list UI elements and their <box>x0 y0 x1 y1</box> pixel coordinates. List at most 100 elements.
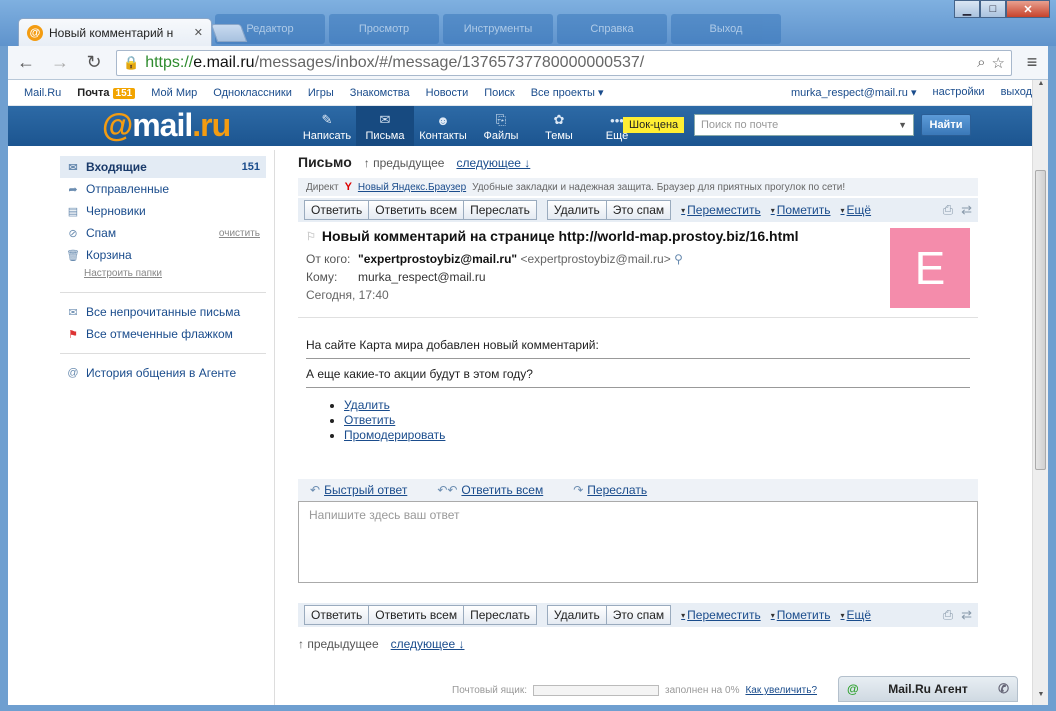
folder-spam[interactable]: ⊘ Спам очистить <box>60 222 266 244</box>
scroll-down-icon[interactable]: ▼ <box>1033 691 1048 705</box>
minimize-icon[interactable]: ▁ <box>954 0 980 18</box>
flagged-letters-link[interactable]: ⚑ Все отмеченные флажком <box>60 323 266 345</box>
message-subject: Новый комментарий на странице http://wor… <box>321 228 799 244</box>
translate-icon[interactable]: ⇄ <box>961 607 972 623</box>
nav-letters[interactable]: ✉ Письма <box>356 106 414 146</box>
portal-link-dating[interactable]: Знакомства <box>350 87 410 99</box>
mail-search-input[interactable]: Поиск по почте ▼ <box>694 114 914 136</box>
quick-reply-link[interactable]: Быстрый ответ <box>324 483 407 497</box>
portal-link-moimir[interactable]: Мой Мир <box>151 87 197 99</box>
reply-button[interactable]: Ответить <box>304 605 370 625</box>
back-icon[interactable]: ← <box>14 52 38 73</box>
nav-themes[interactable]: ✿ Темы <box>530 106 588 146</box>
configure-folders-link[interactable]: Настроить папки <box>60 266 266 284</box>
unread-letters-link[interactable]: ✉ Все непрочитанные письма <box>60 301 266 323</box>
print-icon[interactable]: ⎙ <box>943 607 953 623</box>
browser-tab[interactable]: @ Новый комментарий н ✕ <box>18 18 212 46</box>
mark-dropdown[interactable]: Пометить <box>771 203 831 217</box>
new-tab-button[interactable] <box>210 24 248 42</box>
nav-files[interactable]: ⎘ Файлы <box>472 106 530 146</box>
agent-panel[interactable]: @ Mail.Ru Агент ✆ <box>838 676 1018 702</box>
reply-all-button[interactable]: Ответить всем <box>369 605 465 625</box>
spam-button[interactable]: Это спам <box>606 200 672 220</box>
agent-status-icon: @ <box>847 682 859 696</box>
reply-button[interactable]: Ответить <box>304 200 370 220</box>
promo-badge[interactable]: Шок-цена <box>623 117 685 133</box>
translate-icon[interactable]: ⇄ <box>961 202 972 218</box>
lock-icon: 🔒 <box>123 54 140 70</box>
page-scrollbar[interactable]: ▲ ▼ <box>1032 80 1048 705</box>
ad-banner: Директ Y Новый Яндекс.Браузер Удобные за… <box>298 178 978 196</box>
chevron-down-icon[interactable]: ▼ <box>898 120 907 130</box>
sender-name[interactable]: "expertprostoybiz@mail.ru" <box>358 252 517 266</box>
agent-icon: @ <box>67 367 79 379</box>
move-dropdown[interactable]: Переместить <box>681 203 761 217</box>
portal-link-news[interactable]: Новости <box>426 87 469 99</box>
maximize-icon[interactable]: □ <box>980 0 1006 18</box>
to-label: Кому: <box>306 270 338 284</box>
reply-all-link[interactable]: Ответить всем <box>461 483 543 497</box>
portal-link-search[interactable]: Поиск <box>484 87 514 99</box>
mail-header: @mail.ru ✎ Написать ✉ Письма ☻ Контакты ⎘ Фа… <box>8 106 1048 146</box>
search-icon[interactable]: ⌕ <box>977 54 985 72</box>
logout-link[interactable]: выход <box>1001 86 1032 99</box>
print-icon[interactable]: ⎙ <box>943 202 953 218</box>
prev-message-link[interactable]: ↑ предыдущее <box>298 637 379 651</box>
portal-link-games[interactable]: Игры <box>308 87 334 99</box>
close-window-icon[interactable]: ✕ <box>1006 0 1050 18</box>
search-button[interactable]: Найти <box>921 114 971 136</box>
reply-comment-link[interactable]: Ответить <box>344 413 395 427</box>
delete-button[interactable]: Удалить <box>546 200 607 220</box>
reply-all-button[interactable]: Ответить всем <box>369 200 465 220</box>
portal-link-all-projects[interactable]: Все проекты ▾ <box>531 86 604 99</box>
next-message-link[interactable]: следующее ↓ <box>456 156 530 170</box>
user-menu[interactable]: murka_respect@mail.ru ▾ <box>791 86 917 99</box>
agent-history-link[interactable]: @ История общения в Агенте <box>60 362 266 384</box>
bookmark-star-icon[interactable]: ☆ <box>992 54 1005 72</box>
delete-button[interactable]: Удалить <box>546 605 607 625</box>
reload-icon[interactable]: ↻ <box>82 52 106 73</box>
nav-compose[interactable]: ✎ Написать <box>298 106 356 146</box>
folder-trash[interactable]: 🗑 Корзина <box>60 244 266 266</box>
moderate-comment-link[interactable]: Промодерировать <box>344 428 445 442</box>
address-bar[interactable]: 🔒 https://e.mail.ru/messages/inbox/#/mes… <box>116 49 1012 76</box>
more-dropdown[interactable]: Ещё <box>841 203 872 217</box>
forward-button[interactable]: Переслать <box>464 605 537 625</box>
tab-title: Новый комментарий н <box>49 25 174 40</box>
next-message-link[interactable]: следующее ↓ <box>391 637 465 651</box>
folder-drafts[interactable]: ▤ Черновики <box>60 200 266 222</box>
scroll-thumb[interactable] <box>1035 170 1046 470</box>
message-actions-bottom: Ответить Ответить всем Переслать Удалить… <box>298 603 978 627</box>
more-dropdown[interactable]: Ещё <box>841 608 872 622</box>
page-title: Письмо <box>298 154 352 170</box>
portal-link-ok[interactable]: Одноклассники <box>213 87 292 99</box>
folder-inbox[interactable]: ✉ Входящие 151 <box>60 156 266 178</box>
forward-icon[interactable]: → <box>48 52 72 73</box>
message-header: ⚐ Новый комментарий на странице http://wo… <box>298 222 978 318</box>
mailru-logo[interactable]: @mail.ru <box>102 107 231 144</box>
portal-link-mailru[interactable]: Mail.Ru <box>24 87 61 99</box>
settings-link[interactable]: настройки <box>933 86 985 99</box>
scroll-up-icon[interactable]: ▲ <box>1033 80 1048 94</box>
portal-link-pochta[interactable]: Почта 151 <box>77 87 136 99</box>
nav-contacts[interactable]: ☻ Контакты <box>414 106 472 146</box>
spam-button[interactable]: Это спам <box>606 605 672 625</box>
reply-textarea[interactable]: Напишите здесь ваш ответ <box>298 501 978 583</box>
magnifier-icon[interactable]: ⚲ <box>674 252 683 266</box>
forward-link[interactable]: Переслать <box>587 483 647 497</box>
browser-menu-icon[interactable]: ≡ <box>1022 52 1042 73</box>
prev-message-link[interactable]: ↑ предыдущее <box>364 156 445 170</box>
flag-outline-icon[interactable]: ⚐ <box>306 230 316 243</box>
folder-sent[interactable]: ➦ Отправленные <box>60 178 266 200</box>
forward-button[interactable]: Переслать <box>464 200 537 220</box>
delete-comment-link[interactable]: Удалить <box>344 398 390 412</box>
close-tab-icon[interactable]: ✕ <box>194 26 203 39</box>
quota-increase-link[interactable]: Как увеличить? <box>745 685 817 696</box>
sender-email[interactable]: <expertprostoybiz@mail.ru> <box>520 252 670 266</box>
move-dropdown[interactable]: Переместить <box>681 608 761 622</box>
clear-spam-link[interactable]: очистить <box>219 228 260 239</box>
mark-dropdown[interactable]: Пометить <box>771 608 831 622</box>
ad-link[interactable]: Новый Яндекс.Браузер <box>358 182 466 193</box>
mailbox-quota: Почтовый ящик: заполнен на 0% Как увелич… <box>452 685 817 696</box>
phone-icon[interactable]: ✆ <box>998 681 1009 697</box>
